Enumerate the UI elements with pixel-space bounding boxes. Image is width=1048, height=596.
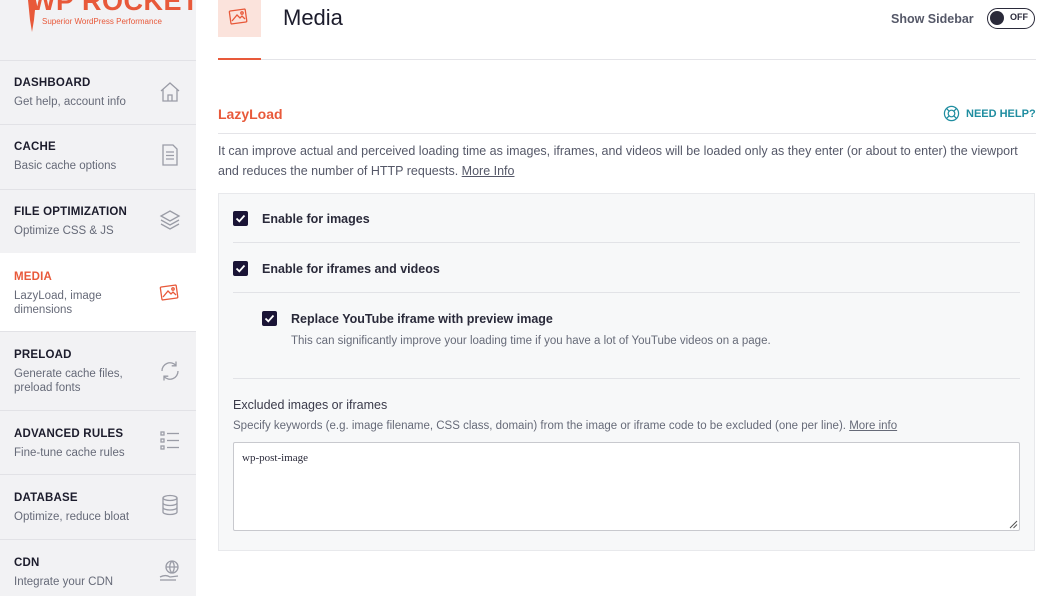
enable-images-label[interactable]: Enable for images (262, 212, 370, 226)
sidebar-item-desc: Optimize, reduce bloat (14, 511, 130, 523)
sidebar-item-database[interactable]: DATABASE Optimize, reduce bloat (0, 474, 196, 539)
sidebar-item-dashboard[interactable]: DASHBOARD Get help, account info (0, 60, 196, 124)
page-title: Media (283, 5, 343, 30)
enable-images-checkbox[interactable] (233, 211, 248, 226)
sidebar-item-desc: Get help, account info (14, 96, 126, 108)
sidebar-item-desc: Basic cache options (14, 160, 117, 172)
sidebar-item-media[interactable]: MEDIA LazyLoad, image dimensions (0, 253, 196, 331)
lifebuoy-icon[interactable] (943, 105, 960, 122)
enable-iframes-label[interactable]: Enable for iframes and videos (262, 262, 440, 276)
sidebar: WP ROCKET Superior WordPress Performance… (0, 0, 200, 596)
sidebar-item-cache[interactable]: CACHE Basic cache options (0, 124, 196, 189)
refresh-icon (161, 361, 179, 381)
sidebar-item-cdn[interactable]: CDN Integrate your CDN (0, 539, 196, 596)
replace-youtube-desc: This can significantly improve your load… (291, 335, 771, 347)
checkmark-icon (264, 314, 275, 323)
more-info-link[interactable]: More Info (462, 164, 515, 178)
brand-tagline: Superior WordPress Performance (42, 17, 162, 26)
enable-iframes-checkbox[interactable] (233, 261, 248, 276)
brand-name: WP ROCKET (30, 0, 200, 16)
sidebar-item-title: DATABASE (14, 492, 78, 504)
sidebar-item-desc: Optimize CSS & JS (14, 225, 114, 237)
sidebar-item-desc: LazyLoad, image dimensions (14, 290, 102, 316)
sidebar-item-title: FILE OPTIMIZATION (14, 206, 128, 218)
page-icon-underline (218, 58, 261, 60)
sidebar-item-title: ADVANCED RULES (14, 428, 124, 440)
document-icon (162, 144, 178, 166)
section-description: It can improve actual and perceived load… (218, 141, 1034, 181)
checkmark-icon (235, 214, 246, 223)
header-divider (218, 59, 1036, 60)
excluded-images-textarea[interactable]: wp-post-image (233, 442, 1020, 531)
sidebar-item-title: PRELOAD (14, 349, 72, 361)
sidebar-item-file-optimization[interactable]: FILE OPTIMIZATION Optimize CSS & JS (0, 189, 196, 253)
resize-grip-icon[interactable] (1009, 520, 1018, 529)
need-help-link[interactable]: NEED HELP? (966, 108, 1036, 120)
section-title: LazyLoad (218, 106, 283, 122)
replace-youtube-checkbox[interactable] (262, 311, 277, 326)
sidebar-item-advanced-rules[interactable]: ADVANCED RULES Fine-tune cache rules (0, 410, 196, 474)
layers-icon (159, 210, 181, 230)
row-divider (233, 378, 1020, 379)
excluded-field-title: Excluded images or iframes (233, 398, 388, 412)
sidebar-item-desc: Generate cache files, preload fonts (14, 368, 123, 394)
sidebar-item-title: CACHE (14, 141, 56, 153)
sidebar-item-title: DASHBOARD (14, 77, 91, 89)
section-description-text: It can improve actual and perceived load… (218, 144, 1018, 178)
list-icon (160, 431, 179, 450)
database-icon (162, 494, 178, 516)
sidebar-item-preload[interactable]: PRELOAD Generate cache files, preload fo… (0, 331, 196, 410)
toggle-state-label: OFF (1010, 12, 1028, 22)
images-icon (159, 284, 179, 301)
images-icon (228, 8, 248, 25)
home-icon (160, 82, 180, 102)
show-sidebar-label: Show Sidebar (891, 12, 974, 26)
sidebar-item-title: MEDIA (14, 271, 53, 283)
sidebar-item-desc: Integrate your CDN (14, 576, 114, 588)
toggle-knob (990, 11, 1004, 25)
excluded-field-desc-text: Specify keywords (e.g. image filename, C… (233, 420, 846, 432)
excluded-more-info-link[interactable]: More info (849, 420, 897, 432)
brand-logo[interactable]: WP ROCKET Superior WordPress Performance (0, 0, 200, 60)
sidebar-item-desc: Fine-tune cache rules (14, 447, 125, 459)
show-sidebar-toggle[interactable]: OFF (987, 8, 1035, 29)
sidebar-item-title: CDN (14, 557, 40, 569)
cdn-icon (159, 560, 179, 581)
replace-youtube-label[interactable]: Replace YouTube iframe with preview imag… (291, 312, 553, 326)
excluded-field-desc: Specify keywords (e.g. image filename, C… (233, 420, 897, 432)
section-divider (218, 133, 1036, 134)
checkmark-icon (235, 264, 246, 273)
row-divider (233, 242, 1020, 243)
page-icon-box (218, 0, 261, 37)
row-divider (233, 292, 1020, 293)
